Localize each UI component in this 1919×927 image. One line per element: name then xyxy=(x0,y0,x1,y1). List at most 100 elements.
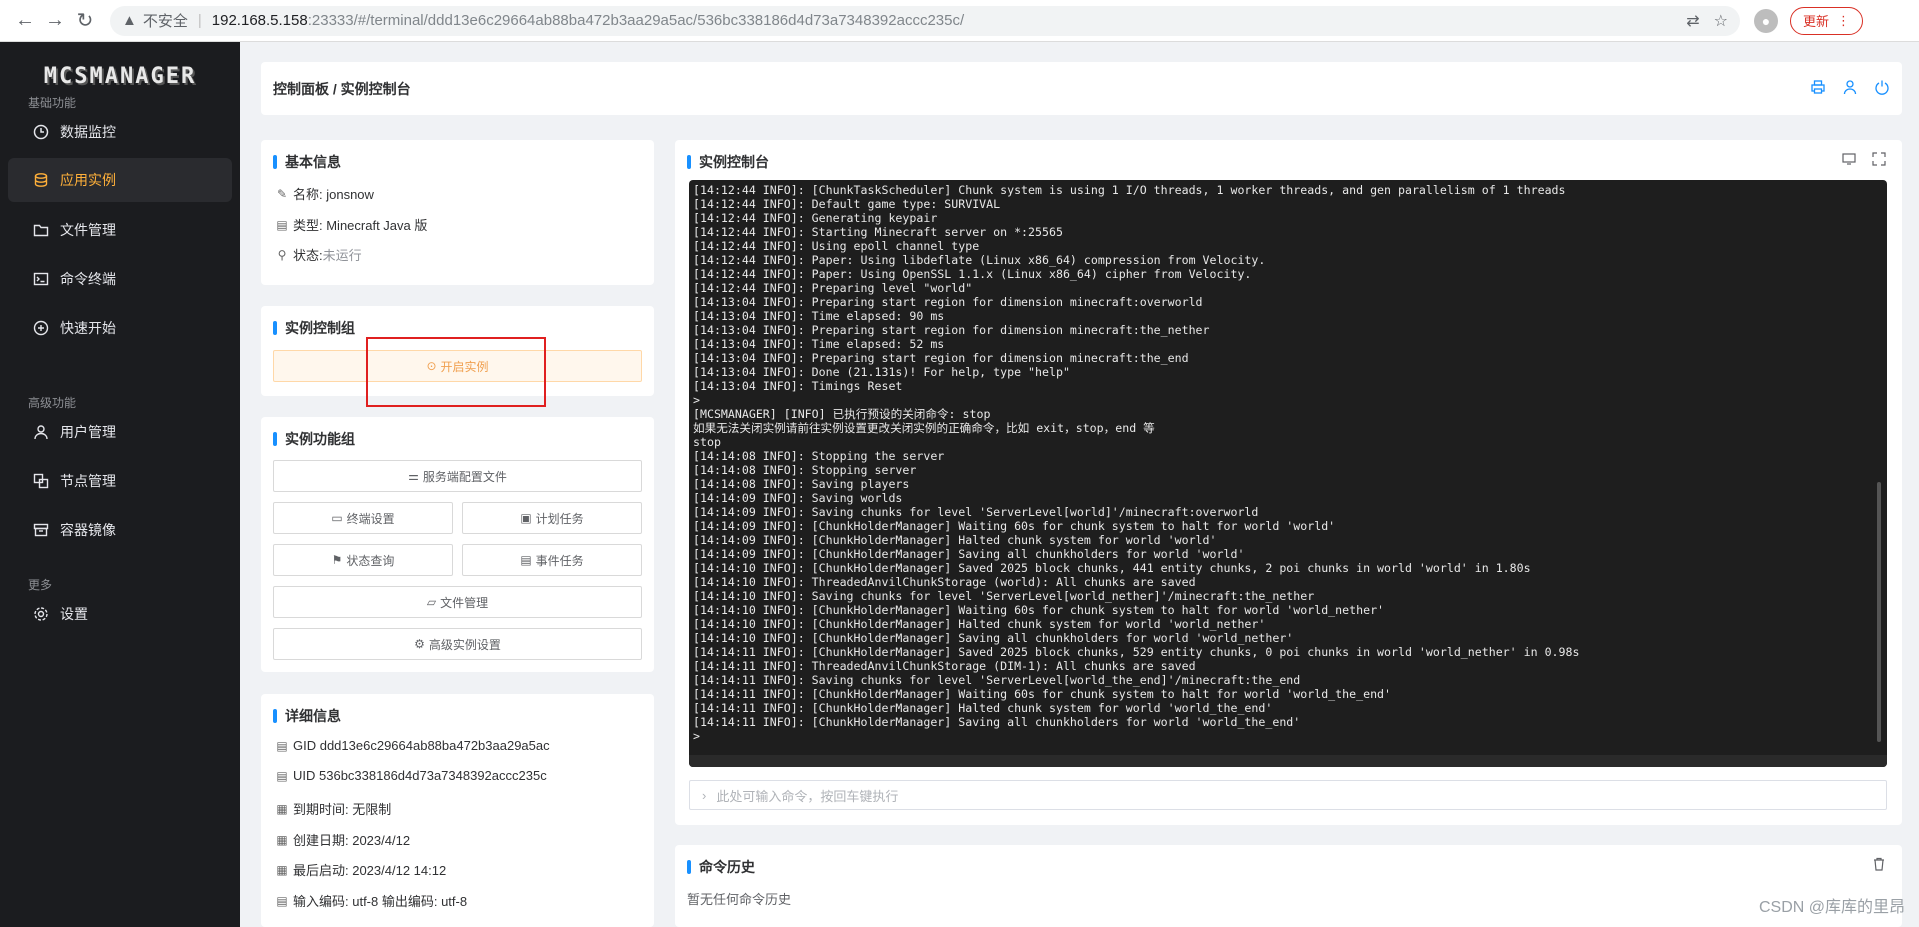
schedule-icon: ▣ xyxy=(520,511,532,525)
detail-encoding: ▤ 输入编码: utf-8 输出编码: utf-8 xyxy=(276,893,468,910)
bookmark-star-icon[interactable]: ☆ xyxy=(1714,11,1728,31)
title-accent-bar xyxy=(687,155,691,169)
terminal-line: [14:14:10 INFO]: [ChunkHolderManager] Sa… xyxy=(693,631,1294,645)
calendar-icon: ▦ xyxy=(276,862,288,877)
status-icon: ⚲ xyxy=(277,247,287,262)
file-icon: ▤ xyxy=(276,738,288,753)
sidebar-item-files[interactable]: 文件管理 xyxy=(8,208,232,252)
terminal-line: [14:12:44 INFO]: Default game type: SURV… xyxy=(693,197,1001,211)
title-accent-bar xyxy=(273,155,277,169)
terminal-line: [14:13:04 INFO]: Preparing start region … xyxy=(693,295,1203,309)
detail-last-start: ▦ 最后启动: 2023/4/12 14:12 xyxy=(276,862,447,879)
scheduled-tasks-button[interactable]: ▣ 计划任务 xyxy=(462,502,642,534)
sidebar-item-label: 设置 xyxy=(60,606,88,622)
url-path: :23333/#/terminal/ddd13e6c29664ab88ba472… xyxy=(307,12,965,29)
forward-icon[interactable]: → xyxy=(40,6,70,36)
printer-icon[interactable] xyxy=(1810,79,1826,98)
reload-icon[interactable]: ↻ xyxy=(70,6,100,36)
terminal-line: [14:14:11 INFO]: [ChunkHolderManager] Sa… xyxy=(693,715,1301,729)
insecure-label: 不安全 xyxy=(142,13,188,30)
status-query-button[interactable]: ⚑ 状态查询 xyxy=(273,544,453,576)
file-manage-button[interactable]: ▱ 文件管理 xyxy=(273,586,642,618)
sidebar-item-images[interactable]: 容器镜像 xyxy=(8,508,232,552)
terminal-line: [14:14:11 INFO]: [ChunkHolderManager] Ha… xyxy=(693,701,1273,715)
dashboard-icon xyxy=(32,123,50,141)
translate-icon[interactable]: ⇄ xyxy=(1686,11,1699,31)
sidebar-item-nodes[interactable]: 节点管理 xyxy=(8,459,232,503)
command-history-card: 命令历史 暂无任何命令历史 xyxy=(675,845,1902,927)
command-input[interactable]: › 此处可输入命令，按回车键执行 xyxy=(689,780,1887,810)
edit-icon: ✎ xyxy=(276,186,288,201)
terminal-settings-button[interactable]: ▭ 终端设置 xyxy=(273,502,453,534)
page-header: 控制面板 / 实例控制台 xyxy=(261,62,1902,115)
detail-uid: ▤ UID 536bc338186d4d73a7348392accc235c xyxy=(276,768,547,783)
terminal-line: [14:14:08 INFO]: Stopping server xyxy=(693,463,917,477)
warning-icon: ▲ xyxy=(122,12,137,29)
terminal-line: [14:14:11 INFO]: ThreadedAnvilChunkStora… xyxy=(693,659,1196,673)
server-config-button[interactable]: ⚌ 服务端配置文件 xyxy=(273,460,642,492)
terminal-line: [14:14:10 INFO]: ThreadedAnvilChunkStora… xyxy=(693,575,1196,589)
sidebar-section-basic: 基础功能 xyxy=(28,96,77,110)
terminal-line: > xyxy=(693,393,700,407)
sidebar-item-label: 容器镜像 xyxy=(60,522,116,538)
browser-toolbar: ← → ↻ ▲ 不安全 | 192.168.5.158:23333/#/term… xyxy=(0,0,1919,42)
sidebar-item-quickstart[interactable]: 快速开始 xyxy=(8,306,232,350)
terminal-line: [MCSMANAGER] [INFO] 已执行预设的关闭命令: stop xyxy=(693,407,991,421)
power-icon[interactable] xyxy=(1874,79,1890,98)
sliders-icon: ⚌ xyxy=(408,469,419,483)
file-icon: ▤ xyxy=(276,217,288,232)
sidebar-item-label: 命令终端 xyxy=(60,271,116,287)
menu-kebab-icon: ⋮ xyxy=(1837,12,1851,28)
terminal-log-text: [14:12:44 INFO]: [ChunkTaskScheduler] Ch… xyxy=(693,183,1579,743)
folder-icon xyxy=(32,221,50,239)
sidebar-section-more: 更多 xyxy=(28,578,53,592)
sidebar-item-instances[interactable]: 应用实例 xyxy=(8,158,232,202)
detail-expire: ▦ 到期时间: 无限制 xyxy=(276,801,392,818)
terminal-scrollbar[interactable] xyxy=(1877,482,1881,742)
address-bar[interactable]: ▲ 不安全 | 192.168.5.158:23333/#/terminal/d… xyxy=(110,5,1740,36)
user-profile-icon[interactable] xyxy=(1842,79,1858,98)
terminal-line: [14:12:44 INFO]: Starting Minecraft serv… xyxy=(693,225,1063,239)
sidebar-item-terminal[interactable]: 命令终端 xyxy=(8,257,232,301)
terminal-line: [14:12:44 INFO]: Paper: Using libdeflate… xyxy=(693,253,1266,267)
desktop-icon[interactable] xyxy=(1842,152,1856,169)
title-accent-bar xyxy=(687,860,691,874)
sidebar: MCSMANAGER 基础功能 数据监控 应用实例 文件管理 命令终端 快速开始… xyxy=(0,42,240,927)
terminal-line: [14:13:04 INFO]: Done (21.131s)! For hel… xyxy=(693,365,1070,379)
advanced-settings-button[interactable]: ⚙ 高级实例设置 xyxy=(273,628,642,660)
file-icon: ▤ xyxy=(276,768,288,783)
sidebar-item-label: 应用实例 xyxy=(60,172,116,188)
sidebar-item-settings[interactable]: 设置 xyxy=(8,592,232,636)
event-icon: ▤ xyxy=(520,553,532,567)
sidebar-item-label: 用户管理 xyxy=(60,424,116,440)
update-label: 更新 xyxy=(1803,14,1830,29)
terminal-output[interactable]: [14:12:44 INFO]: [ChunkTaskScheduler] Ch… xyxy=(689,180,1887,767)
back-icon[interactable]: ← xyxy=(10,6,40,36)
terminal-line: 如果无法关闭实例请前往实例设置更改关闭实例的正确命令，比如 exit，stop，… xyxy=(693,421,1155,435)
terminal-line: [14:14:09 INFO]: [ChunkHolderManager] Wa… xyxy=(693,519,1336,533)
terminal-line: [14:14:11 INFO]: [ChunkHolderManager] Sa… xyxy=(693,645,1580,659)
title-accent-bar xyxy=(273,709,277,723)
detail-created: ▦ 创建日期: 2023/4/12 xyxy=(276,832,411,849)
trash-icon[interactable] xyxy=(1872,857,1886,874)
profile-avatar-icon[interactable]: ● xyxy=(1754,8,1778,33)
database-icon xyxy=(32,171,50,189)
browser-update-button[interactable]: 更新 ⋮ xyxy=(1790,6,1864,35)
sidebar-item-monitor[interactable]: 数据监控 xyxy=(8,110,232,154)
terminal-line: [14:12:44 INFO]: Paper: Using OpenSSL 1.… xyxy=(693,267,1252,281)
sidebar-item-label: 节点管理 xyxy=(60,473,116,489)
terminal-icon xyxy=(32,270,50,288)
annotation-highlight-box xyxy=(366,337,546,407)
watermark-text: CSDN @库库的里昂 xyxy=(1758,899,1905,916)
fullscreen-icon[interactable] xyxy=(1872,152,1886,169)
terminal-line: [14:12:44 INFO]: [ChunkTaskScheduler] Ch… xyxy=(693,183,1566,197)
calendar-icon: ▦ xyxy=(276,801,288,816)
terminal-line: [14:13:04 INFO]: Timings Reset xyxy=(693,379,903,393)
terminal-line: [14:14:09 INFO]: [ChunkHolderManager] Sa… xyxy=(693,547,1245,561)
event-tasks-button[interactable]: ▤ 事件任务 xyxy=(462,544,642,576)
terminal-line: [14:14:10 INFO]: [ChunkHolderManager] Sa… xyxy=(693,561,1531,575)
detail-gid: ▤ GID ddd13e6c29664ab88ba472b3aa29a5ac xyxy=(276,738,550,753)
sidebar-item-users[interactable]: 用户管理 xyxy=(8,410,232,454)
card-title: 实例控制组 xyxy=(273,318,355,338)
instance-type: ▤ 类型: Minecraft Java 版 xyxy=(276,217,428,234)
